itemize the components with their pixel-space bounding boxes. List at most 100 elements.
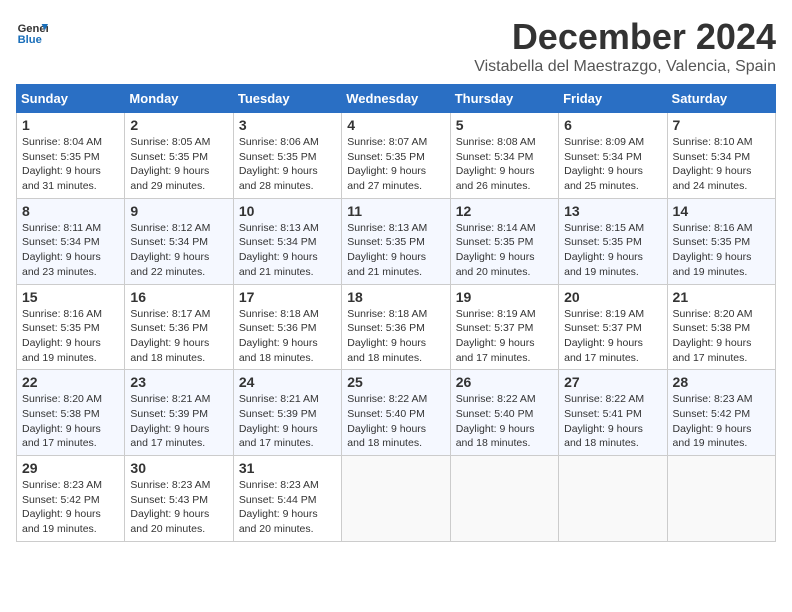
sunset-label: Sunset: 5:42 PM	[673, 408, 751, 420]
sunset-label: Sunset: 5:38 PM	[22, 408, 100, 420]
calendar-cell: 14 Sunrise: 8:16 AM Sunset: 5:35 PM Dayl…	[667, 198, 775, 284]
sunrise-label: Sunrise: 8:15 AM	[564, 222, 644, 234]
calendar-cell: 19 Sunrise: 8:19 AM Sunset: 5:37 PM Dayl…	[450, 284, 558, 370]
calendar-cell: 7 Sunrise: 8:10 AM Sunset: 5:34 PM Dayli…	[667, 113, 775, 199]
calendar-cell: 8 Sunrise: 8:11 AM Sunset: 5:34 PM Dayli…	[17, 198, 125, 284]
day-number: 31	[239, 460, 336, 476]
cell-content: Sunrise: 8:13 AM Sunset: 5:34 PM Dayligh…	[239, 221, 336, 280]
calendar-week-2: 8 Sunrise: 8:11 AM Sunset: 5:34 PM Dayli…	[17, 198, 776, 284]
sunset-label: Sunset: 5:43 PM	[130, 494, 208, 506]
sunset-label: Sunset: 5:35 PM	[673, 236, 751, 248]
calendar-cell: 21 Sunrise: 8:20 AM Sunset: 5:38 PM Dayl…	[667, 284, 775, 370]
cell-content: Sunrise: 8:16 AM Sunset: 5:35 PM Dayligh…	[22, 307, 119, 366]
sunrise-label: Sunrise: 8:21 AM	[130, 393, 210, 405]
sunrise-label: Sunrise: 8:23 AM	[130, 479, 210, 491]
cell-content: Sunrise: 8:23 AM Sunset: 5:42 PM Dayligh…	[673, 392, 770, 451]
sunrise-label: Sunrise: 8:04 AM	[22, 136, 102, 148]
sunrise-label: Sunrise: 8:23 AM	[22, 479, 102, 491]
sunset-label: Sunset: 5:36 PM	[347, 322, 425, 334]
daylight-label: Daylight: 9 hours and 18 minutes.	[347, 337, 426, 364]
calendar-cell: 12 Sunrise: 8:14 AM Sunset: 5:35 PM Dayl…	[450, 198, 558, 284]
logo: General Blue	[16, 16, 48, 48]
sunset-label: Sunset: 5:34 PM	[130, 236, 208, 248]
sunrise-label: Sunrise: 8:22 AM	[456, 393, 536, 405]
calendar-cell: 15 Sunrise: 8:16 AM Sunset: 5:35 PM Dayl…	[17, 284, 125, 370]
daylight-label: Daylight: 9 hours and 19 minutes.	[22, 337, 101, 364]
day-number: 16	[130, 289, 227, 305]
sunset-label: Sunset: 5:34 PM	[673, 151, 751, 163]
daylight-label: Daylight: 9 hours and 18 minutes.	[456, 423, 535, 450]
calendar-cell: 31 Sunrise: 8:23 AM Sunset: 5:44 PM Dayl…	[233, 456, 341, 542]
sunset-label: Sunset: 5:35 PM	[564, 236, 642, 248]
daylight-label: Daylight: 9 hours and 17 minutes.	[456, 337, 535, 364]
daylight-label: Daylight: 9 hours and 19 minutes.	[673, 423, 752, 450]
calendar-cell: 26 Sunrise: 8:22 AM Sunset: 5:40 PM Dayl…	[450, 370, 558, 456]
calendar-cell: 3 Sunrise: 8:06 AM Sunset: 5:35 PM Dayli…	[233, 113, 341, 199]
calendar-cell: 23 Sunrise: 8:21 AM Sunset: 5:39 PM Dayl…	[125, 370, 233, 456]
calendar-header-row: SundayMondayTuesdayWednesdayThursdayFrid…	[17, 85, 776, 113]
cell-content: Sunrise: 8:22 AM Sunset: 5:40 PM Dayligh…	[347, 392, 444, 451]
sunset-label: Sunset: 5:35 PM	[130, 151, 208, 163]
sunrise-label: Sunrise: 8:06 AM	[239, 136, 319, 148]
sunset-label: Sunset: 5:35 PM	[22, 322, 100, 334]
logo-icon: General Blue	[16, 16, 48, 48]
sunrise-label: Sunrise: 8:17 AM	[130, 308, 210, 320]
daylight-label: Daylight: 9 hours and 19 minutes.	[564, 251, 643, 278]
day-number: 8	[22, 203, 119, 219]
sunset-label: Sunset: 5:36 PM	[239, 322, 317, 334]
sunset-label: Sunset: 5:35 PM	[22, 151, 100, 163]
day-number: 22	[22, 374, 119, 390]
calendar-cell: 6 Sunrise: 8:09 AM Sunset: 5:34 PM Dayli…	[559, 113, 667, 199]
cell-content: Sunrise: 8:07 AM Sunset: 5:35 PM Dayligh…	[347, 135, 444, 194]
weekday-header-wednesday: Wednesday	[342, 85, 450, 113]
calendar-cell: 18 Sunrise: 8:18 AM Sunset: 5:36 PM Dayl…	[342, 284, 450, 370]
calendar-week-4: 22 Sunrise: 8:20 AM Sunset: 5:38 PM Dayl…	[17, 370, 776, 456]
calendar-cell: 17 Sunrise: 8:18 AM Sunset: 5:36 PM Dayl…	[233, 284, 341, 370]
daylight-label: Daylight: 9 hours and 24 minutes.	[673, 165, 752, 192]
daylight-label: Daylight: 9 hours and 18 minutes.	[347, 423, 426, 450]
day-number: 7	[673, 117, 770, 133]
sunrise-label: Sunrise: 8:11 AM	[22, 222, 101, 234]
weekday-header-friday: Friday	[559, 85, 667, 113]
calendar-cell: 29 Sunrise: 8:23 AM Sunset: 5:42 PM Dayl…	[17, 456, 125, 542]
sunset-label: Sunset: 5:42 PM	[22, 494, 100, 506]
cell-content: Sunrise: 8:20 AM Sunset: 5:38 PM Dayligh…	[673, 307, 770, 366]
calendar-cell: 11 Sunrise: 8:13 AM Sunset: 5:35 PM Dayl…	[342, 198, 450, 284]
calendar-week-1: 1 Sunrise: 8:04 AM Sunset: 5:35 PM Dayli…	[17, 113, 776, 199]
cell-content: Sunrise: 8:14 AM Sunset: 5:35 PM Dayligh…	[456, 221, 553, 280]
calendar-cell: 24 Sunrise: 8:21 AM Sunset: 5:39 PM Dayl…	[233, 370, 341, 456]
calendar-cell: 30 Sunrise: 8:23 AM Sunset: 5:43 PM Dayl…	[125, 456, 233, 542]
cell-content: Sunrise: 8:23 AM Sunset: 5:43 PM Dayligh…	[130, 478, 227, 537]
day-number: 17	[239, 289, 336, 305]
cell-content: Sunrise: 8:21 AM Sunset: 5:39 PM Dayligh…	[130, 392, 227, 451]
sunrise-label: Sunrise: 8:18 AM	[347, 308, 427, 320]
day-number: 19	[456, 289, 553, 305]
day-number: 24	[239, 374, 336, 390]
cell-content: Sunrise: 8:08 AM Sunset: 5:34 PM Dayligh…	[456, 135, 553, 194]
day-number: 13	[564, 203, 661, 219]
daylight-label: Daylight: 9 hours and 26 minutes.	[456, 165, 535, 192]
sunset-label: Sunset: 5:35 PM	[347, 236, 425, 248]
day-number: 23	[130, 374, 227, 390]
daylight-label: Daylight: 9 hours and 20 minutes.	[239, 508, 318, 535]
sunrise-label: Sunrise: 8:13 AM	[239, 222, 319, 234]
calendar-cell: 1 Sunrise: 8:04 AM Sunset: 5:35 PM Dayli…	[17, 113, 125, 199]
cell-content: Sunrise: 8:23 AM Sunset: 5:42 PM Dayligh…	[22, 478, 119, 537]
weekday-header-monday: Monday	[125, 85, 233, 113]
calendar-cell	[342, 456, 450, 542]
calendar-cell: 4 Sunrise: 8:07 AM Sunset: 5:35 PM Dayli…	[342, 113, 450, 199]
title-block: December 2024 Vistabella del Maestrazgo,…	[474, 16, 776, 76]
calendar-cell: 20 Sunrise: 8:19 AM Sunset: 5:37 PM Dayl…	[559, 284, 667, 370]
calendar-body: 1 Sunrise: 8:04 AM Sunset: 5:35 PM Dayli…	[17, 113, 776, 542]
weekday-header-sunday: Sunday	[17, 85, 125, 113]
daylight-label: Daylight: 9 hours and 21 minutes.	[347, 251, 426, 278]
day-number: 29	[22, 460, 119, 476]
sunset-label: Sunset: 5:36 PM	[130, 322, 208, 334]
day-number: 9	[130, 203, 227, 219]
sunset-label: Sunset: 5:37 PM	[564, 322, 642, 334]
cell-content: Sunrise: 8:19 AM Sunset: 5:37 PM Dayligh…	[456, 307, 553, 366]
cell-content: Sunrise: 8:05 AM Sunset: 5:35 PM Dayligh…	[130, 135, 227, 194]
sunrise-label: Sunrise: 8:23 AM	[239, 479, 319, 491]
day-number: 1	[22, 117, 119, 133]
page-header: General Blue December 2024 Vistabella de…	[16, 16, 776, 76]
